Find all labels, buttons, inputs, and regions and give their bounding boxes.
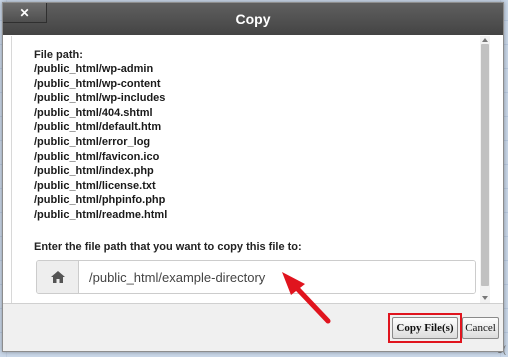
dialog-footer: Copy File(s) Cancel (3, 303, 503, 351)
file-item: /public_html/favicon.ico (34, 150, 160, 163)
file-item: /public_html/error_log (34, 135, 151, 148)
file-item: /public_html/404.shtml (34, 106, 153, 119)
dialog-title: Copy (235, 11, 271, 27)
cancel-button[interactable]: Cancel (462, 317, 499, 339)
file-item: /public_html/phpinfo.php (34, 194, 166, 207)
copy-dialog: Copy ✕ File path: /public_html/wp-admin … (2, 2, 504, 352)
scroll-down-icon[interactable] (482, 296, 488, 300)
file-item: /public_html/wp-content (34, 77, 161, 90)
close-icon: ✕ (19, 5, 30, 20)
scrollbar-thumb[interactable] (481, 44, 489, 286)
destination-path-input[interactable] (79, 261, 475, 293)
file-item: /public_html/wp-admin (34, 63, 154, 75)
dialog-titlebar: Copy (3, 3, 503, 35)
file-list: /public_html/wp-admin /public_html/wp-co… (34, 62, 474, 223)
home-icon (37, 261, 79, 293)
file-item: /public_html/wp-includes (34, 92, 166, 105)
dialog-body: File path: /public_html/wp-admin /public… (11, 36, 497, 304)
close-button[interactable]: ✕ (3, 3, 47, 23)
scroll-up-icon[interactable] (482, 38, 488, 42)
copy-files-button[interactable]: Copy File(s) (392, 317, 458, 339)
file-item: /public_html/license.txt (34, 179, 156, 192)
file-item: /public_html/index.php (34, 165, 154, 178)
file-item: /public_html/default.htm (34, 121, 162, 134)
vertical-scrollbar[interactable] (480, 36, 490, 304)
destination-prompt: Enter the file path that you want to cop… (34, 241, 302, 253)
file-path-label: File path: (34, 49, 83, 61)
file-item: /public_html/readme.html (34, 208, 168, 221)
destination-path-group (36, 260, 476, 294)
